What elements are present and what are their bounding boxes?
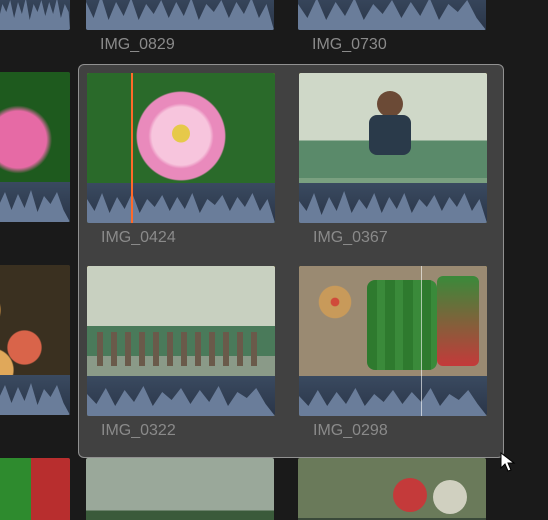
clip-selected[interactable]: IMG_0322 xyxy=(87,266,275,440)
clip-label: IMG_0829 xyxy=(100,36,274,54)
clip[interactable] xyxy=(0,265,70,415)
selection-marquee: IMG_0424 IMG_0367 xyxy=(78,64,504,458)
clip-selected[interactable]: IMG_0424 xyxy=(87,73,275,247)
clip[interactable] xyxy=(0,72,70,222)
media-browser[interactable]: IMG_0829 IMG_0730 xyxy=(0,0,548,520)
clip-selected[interactable]: IMG_0367 xyxy=(299,73,487,247)
clip[interactable] xyxy=(0,0,70,30)
clip[interactable]: IMG_0730 xyxy=(298,0,486,54)
skimmer-indicator xyxy=(421,266,422,416)
clip-label: IMG_0322 xyxy=(101,422,275,440)
clip-label: IMG_0424 xyxy=(101,229,275,247)
clip[interactable] xyxy=(86,458,274,520)
clip-label: IMG_0730 xyxy=(312,36,486,54)
playhead-indicator[interactable] xyxy=(131,73,133,223)
clip-label: IMG_0298 xyxy=(313,422,487,440)
clip[interactable]: IMG_0829 xyxy=(86,0,274,54)
clip-selected[interactable]: IMG_0298 xyxy=(299,266,487,440)
clip[interactable] xyxy=(298,458,486,520)
clip-label: IMG_0367 xyxy=(313,229,487,247)
clip[interactable] xyxy=(0,458,70,520)
